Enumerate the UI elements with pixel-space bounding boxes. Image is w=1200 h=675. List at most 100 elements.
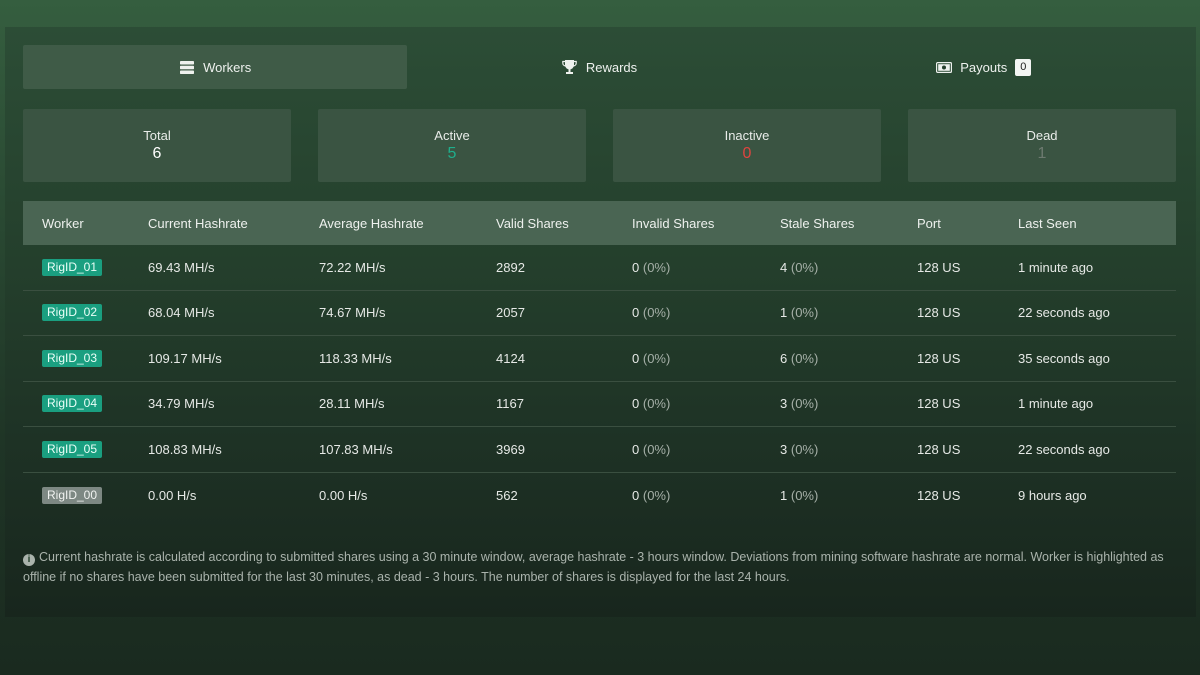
last-seen: 22 seconds ago [1018, 441, 1110, 457]
column-header-current-hashrate[interactable]: Current Hashrate [148, 216, 319, 231]
payouts-count-badge: 0 [1015, 58, 1032, 76]
server-icon [179, 60, 195, 74]
worker-badge[interactable]: RigID_01 [42, 258, 103, 276]
port: 128 US [917, 396, 961, 412]
valid-shares: 4124 [496, 350, 525, 366]
stale-shares: 3 [780, 441, 788, 457]
port: 128 US [917, 441, 961, 457]
invalid-shares: 0 [632, 305, 640, 321]
valid-shares: 2892 [496, 259, 525, 275]
workers-table: Worker Current Hashrate Average Hashrate… [23, 201, 1176, 518]
invalid-shares-pct: (0%) [642, 441, 671, 457]
stale-shares-pct: (0%) [790, 487, 819, 503]
valid-shares: 3969 [496, 441, 525, 457]
invalid-shares-pct: (0%) [642, 487, 671, 503]
column-header-port[interactable]: Port [917, 216, 1018, 231]
last-seen: 35 seconds ago [1018, 350, 1110, 366]
stale-shares: 1 [780, 487, 788, 503]
valid-shares: 1167 [496, 396, 524, 412]
stat-label: Dead [1026, 128, 1058, 143]
table-row: RigID_05 108.83 MH/s 107.83 MH/s 3969 0 … [23, 427, 1176, 473]
column-header-last-seen[interactable]: Last Seen [1018, 216, 1176, 231]
column-header-average-hashrate[interactable]: Average Hashrate [319, 216, 496, 231]
tab-payouts-label: Payouts [960, 59, 1008, 75]
invalid-shares: 0 [632, 350, 640, 366]
stale-shares-pct: (0%) [790, 441, 819, 457]
last-seen: 22 seconds ago [1018, 305, 1110, 321]
port: 128 US [917, 305, 961, 321]
stat-value-dead: 1 [1037, 145, 1047, 162]
stats-cards: Total 6 Active 5 Inactive 0 Dead 1 [23, 109, 1176, 182]
column-header-valid-shares[interactable]: Valid Shares [496, 216, 632, 231]
stat-card-total: Total 6 [23, 109, 291, 182]
invalid-shares-pct: (0%) [642, 350, 671, 366]
current-hashrate: 34.79 MH/s [148, 396, 215, 412]
average-hashrate: 0.00 H/s [319, 487, 368, 503]
stale-shares: 3 [780, 396, 788, 412]
info-note: i Current hashrate is calculated accordin… [23, 548, 1183, 587]
stale-shares-pct: (0%) [790, 259, 819, 275]
stat-value-total: 6 [152, 145, 162, 162]
table-row: RigID_03 109.17 MH/s 118.33 MH/s 4124 0 … [23, 336, 1176, 382]
worker-badge-dead[interactable]: RigID_00 [42, 486, 103, 504]
average-hashrate: 118.33 MH/s [319, 350, 392, 366]
stale-shares-pct: (0%) [790, 305, 819, 321]
current-hashrate: 69.43 MH/s [148, 259, 215, 275]
last-seen: 1 minute ago [1018, 259, 1094, 275]
info-icon: i [23, 554, 35, 566]
stale-shares-pct: (0%) [790, 396, 819, 412]
tab-workers[interactable]: Workers [23, 45, 408, 89]
column-header-stale-shares[interactable]: Stale Shares [780, 216, 917, 231]
port: 128 US [917, 350, 961, 366]
tab-rewards-label: Rewards [585, 59, 638, 75]
invalid-shares: 0 [632, 259, 640, 275]
stat-card-inactive: Inactive 0 [613, 109, 881, 182]
table-row: RigID_01 69.43 MH/s 72.22 MH/s 2892 0 (0… [23, 245, 1176, 291]
stat-card-active: Active 5 [318, 109, 586, 182]
stat-card-dead: Dead 1 [908, 109, 1176, 182]
stat-label: Total [143, 128, 171, 143]
invalid-shares: 0 [632, 396, 640, 412]
invalid-shares-pct: (0%) [642, 396, 671, 412]
stat-label: Active [434, 128, 470, 143]
column-header-invalid-shares[interactable]: Invalid Shares [632, 216, 780, 231]
stat-value-active: 5 [447, 145, 457, 162]
worker-badge[interactable]: RigID_05 [42, 440, 103, 458]
current-hashrate: 108.83 MH/s [148, 441, 222, 457]
last-seen: 9 hours ago [1018, 487, 1087, 503]
average-hashrate: 74.67 MH/s [319, 305, 386, 321]
column-header-worker[interactable]: Worker [23, 216, 148, 231]
valid-shares: 562 [496, 487, 518, 503]
workers-panel: Workers Rewards Payouts 0 Total 6 Active… [5, 27, 1196, 617]
port: 128 US [917, 259, 961, 275]
invalid-shares: 0 [632, 441, 640, 457]
average-hashrate: 72.22 MH/s [319, 259, 386, 275]
current-hashrate: 109.17 MH/s [148, 350, 222, 366]
tab-workers-label: Workers [203, 59, 252, 75]
stale-shares: 6 [780, 350, 788, 366]
invalid-shares: 0 [632, 487, 640, 503]
invalid-shares-pct: (0%) [642, 259, 671, 275]
worker-badge[interactable]: RigID_03 [42, 349, 103, 367]
worker-badge[interactable]: RigID_02 [42, 304, 103, 322]
money-icon [936, 60, 953, 74]
worker-badge[interactable]: RigID_04 [42, 395, 103, 413]
average-hashrate: 28.11 MH/s [319, 396, 385, 412]
table-row: RigID_02 68.04 MH/s 74.67 MH/s 2057 0 (0… [23, 291, 1176, 336]
table-header: Worker Current Hashrate Average Hashrate… [23, 201, 1176, 245]
table-row: RigID_00 0.00 H/s 0.00 H/s 562 0 (0%) 1 … [23, 473, 1176, 519]
tab-payouts[interactable]: Payouts 0 [792, 45, 1176, 89]
stat-label: Inactive [724, 128, 770, 143]
valid-shares: 2057 [496, 305, 525, 321]
current-hashrate: 68.04 MH/s [148, 305, 215, 321]
stat-value-inactive: 0 [742, 145, 752, 162]
table-row: RigID_04 34.79 MH/s 28.11 MH/s 1167 0 (0… [23, 382, 1176, 427]
tab-bar: Workers Rewards Payouts 0 [23, 45, 1176, 89]
tab-rewards[interactable]: Rewards [407, 45, 791, 89]
stale-shares: 4 [780, 259, 788, 275]
stale-shares-pct: (0%) [790, 350, 819, 366]
info-note-text: Current hashrate is calculated according… [23, 550, 1164, 584]
trophy-icon [562, 60, 578, 74]
average-hashrate: 107.83 MH/s [319, 441, 393, 457]
port: 128 US [917, 487, 961, 503]
